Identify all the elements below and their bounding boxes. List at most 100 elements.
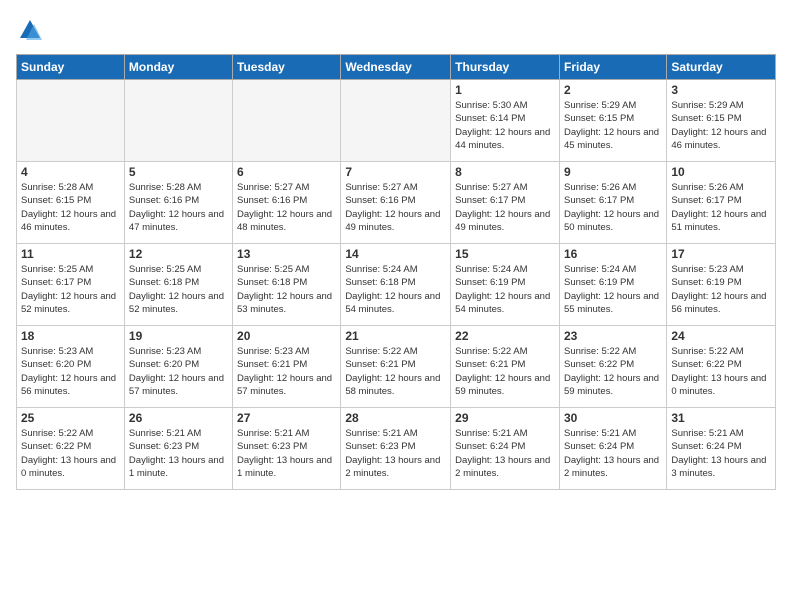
sunrise: Sunrise: 5:22 AM (345, 346, 417, 357)
sunset: Sunset: 6:23 PM (129, 441, 199, 452)
sunset: Sunset: 6:16 PM (237, 195, 307, 206)
daylight: Daylight: 13 hours and 3 minutes. (671, 455, 766, 479)
daylight: Daylight: 12 hours and 46 minutes. (21, 209, 116, 233)
week-row-4: 18Sunrise: 5:23 AMSunset: 6:20 PMDayligh… (17, 326, 776, 408)
daylight: Daylight: 12 hours and 57 minutes. (129, 373, 224, 397)
day-info: Sunrise: 5:30 AMSunset: 6:14 PMDaylight:… (455, 99, 555, 152)
day-info: Sunrise: 5:22 AMSunset: 6:22 PMDaylight:… (671, 345, 771, 398)
logo-icon (16, 16, 44, 44)
daylight: Daylight: 12 hours and 56 minutes. (21, 373, 116, 397)
calendar-cell: 9 Sunrise: 5:26 AMSunset: 6:17 PMDaylight… (559, 162, 666, 244)
sunrise: Sunrise: 5:30 AM (455, 100, 527, 111)
calendar-cell: 24 Sunrise: 5:22 AMSunset: 6:22 PMDayligh… (667, 326, 776, 408)
sunrise: Sunrise: 5:22 AM (455, 346, 527, 357)
day-info: Sunrise: 5:26 AMSunset: 6:17 PMDaylight:… (564, 181, 662, 234)
sunrise: Sunrise: 5:29 AM (564, 100, 636, 111)
sunrise: Sunrise: 5:24 AM (455, 264, 527, 275)
daylight: Daylight: 12 hours and 49 minutes. (455, 209, 550, 233)
day-number: 2 (564, 83, 662, 97)
calendar-cell (233, 80, 341, 162)
calendar-cell: 2Sunrise: 5:29 AMSunset: 6:15 PMDaylight… (559, 80, 666, 162)
day-info: Sunrise: 5:23 AMSunset: 6:19 PMDaylight:… (671, 263, 771, 316)
sunset: Sunset: 6:24 PM (455, 441, 525, 452)
sunset: Sunset: 6:22 PM (21, 441, 91, 452)
sunset: Sunset: 6:18 PM (345, 277, 415, 288)
day-info: Sunrise: 5:23 AMSunset: 6:20 PMDaylight:… (129, 345, 228, 398)
day-number: 23 (564, 329, 662, 343)
day-info: Sunrise: 5:22 AMSunset: 6:22 PMDaylight:… (564, 345, 662, 398)
day-info: Sunrise: 5:24 AMSunset: 6:18 PMDaylight:… (345, 263, 446, 316)
day-number: 9 (564, 165, 662, 179)
sunset: Sunset: 6:15 PM (564, 113, 634, 124)
day-info: Sunrise: 5:21 AMSunset: 6:23 PMDaylight:… (129, 427, 228, 480)
day-number: 17 (671, 247, 771, 261)
sunset: Sunset: 6:17 PM (21, 277, 91, 288)
day-number: 31 (671, 411, 771, 425)
calendar-cell: 26Sunrise: 5:21 AMSunset: 6:23 PMDayligh… (124, 408, 232, 490)
sunset: Sunset: 6:18 PM (237, 277, 307, 288)
calendar-cell: 8Sunrise: 5:27 AMSunset: 6:17 PMDaylight… (451, 162, 560, 244)
day-info: Sunrise: 5:22 AMSunset: 6:21 PMDaylight:… (345, 345, 446, 398)
calendar-cell: 15Sunrise: 5:24 AMSunset: 6:19 PMDayligh… (451, 244, 560, 326)
daylight: Daylight: 12 hours and 46 minutes. (671, 127, 766, 151)
day-number: 12 (129, 247, 228, 261)
day-number: 28 (345, 411, 446, 425)
day-info: Sunrise: 5:27 AM Sunset: 6:16 PM Daylight:… (237, 181, 336, 234)
sunset: Sunset: 6:18 PM (129, 277, 199, 288)
sunset: Sunset: 6:17 PM (564, 195, 634, 206)
day-info: Sunrise: 5:23 AMSunset: 6:21 PMDaylight:… (237, 345, 336, 398)
day-info: Sunrise: 5:22 AMSunset: 6:22 PMDaylight:… (21, 427, 120, 480)
daylight: Daylight: 12 hours and 52 minutes. (129, 291, 224, 315)
day-info: Sunrise: 5:21 AMSunset: 6:24 PMDaylight:… (455, 427, 555, 480)
day-number: 19 (129, 329, 228, 343)
day-number: 29 (455, 411, 555, 425)
day-info: Sunrise: 5:21 AMSunset: 6:24 PMDaylight:… (564, 427, 662, 480)
calendar-cell: 31Sunrise: 5:21 AMSunset: 6:24 PMDayligh… (667, 408, 776, 490)
weekday-header: Wednesday (341, 55, 451, 80)
calendar-cell: 25Sunrise: 5:22 AMSunset: 6:22 PMDayligh… (17, 408, 125, 490)
calendar-table: SundayMondayTuesdayWednesdayThursdayFrid… (16, 54, 776, 490)
calendar-cell: 28Sunrise: 5:21 AMSunset: 6:23 PMDayligh… (341, 408, 451, 490)
calendar-cell: 11Sunrise: 5:25 AMSunset: 6:17 PMDayligh… (17, 244, 125, 326)
sunset: Sunset: 6:24 PM (671, 441, 741, 452)
sunrise: Sunrise: 5:27 AM (237, 182, 309, 193)
day-info: Sunrise: 5:28 AMSunset: 6:15 PMDaylight:… (21, 181, 120, 234)
day-info: Sunrise: 5:25 AMSunset: 6:18 PMDaylight:… (237, 263, 336, 316)
calendar-cell (17, 80, 125, 162)
sunset: Sunset: 6:19 PM (671, 277, 741, 288)
day-info: Sunrise: 5:27 AMSunset: 6:16 PMDaylight:… (345, 181, 446, 234)
daylight: Daylight: 12 hours and 59 minutes. (564, 373, 659, 397)
day-number: 21 (345, 329, 446, 343)
sunrise: Sunrise: 5:21 AM (237, 428, 309, 439)
sunrise: Sunrise: 5:27 AM (455, 182, 527, 193)
daylight: Daylight: 12 hours and 54 minutes. (455, 291, 550, 315)
calendar-cell: 3Sunrise: 5:29 AMSunset: 6:15 PMDaylight… (667, 80, 776, 162)
daylight: Daylight: 13 hours and 2 minutes. (345, 455, 440, 479)
day-number: 5 (129, 165, 228, 179)
day-info: Sunrise: 5:22 AMSunset: 6:21 PMDaylight:… (455, 345, 555, 398)
sunrise: Sunrise: 5:25 AM (237, 264, 309, 275)
sunrise: Sunrise: 5:22 AM (671, 346, 743, 357)
day-info: Sunrise: 5:29 AMSunset: 6:15 PMDaylight:… (671, 99, 771, 152)
sunset: Sunset: 6:16 PM (129, 195, 199, 206)
sunrise: Sunrise: 5:28 AM (129, 182, 201, 193)
calendar-cell: 10Sunrise: 5:26 AMSunset: 6:17 PMDayligh… (667, 162, 776, 244)
sunset: Sunset: 6:16 PM (345, 195, 415, 206)
day-number: 24 (671, 329, 771, 343)
day-info: Sunrise: 5:24 AMSunset: 6:19 PMDaylight:… (455, 263, 555, 316)
page-header (16, 16, 776, 44)
day-number: 4 (21, 165, 120, 179)
day-info: Sunrise: 5:24 AMSunset: 6:19 PMDaylight:… (564, 263, 662, 316)
daylight: Daylight: 12 hours and 48 minutes. (237, 209, 332, 233)
calendar-cell: 27Sunrise: 5:21 AMSunset: 6:23 PMDayligh… (233, 408, 341, 490)
sunrise: Sunrise: 5:27 AM (345, 182, 417, 193)
weekday-header: Sunday (17, 55, 125, 80)
daylight: Daylight: 12 hours and 50 minutes. (564, 209, 659, 233)
day-info: Sunrise: 5:25 AMSunset: 6:18 PMDaylight:… (129, 263, 228, 316)
sunset: Sunset: 6:23 PM (345, 441, 415, 452)
calendar-cell: 21 Sunrise: 5:22 AMSunset: 6:21 PMDayligh… (341, 326, 451, 408)
daylight: Daylight: 12 hours and 59 minutes. (455, 373, 550, 397)
day-info: Sunrise: 5:21 AMSunset: 6:23 PMDaylight:… (237, 427, 336, 480)
sunset: Sunset: 6:19 PM (564, 277, 634, 288)
weekday-header: Saturday (667, 55, 776, 80)
